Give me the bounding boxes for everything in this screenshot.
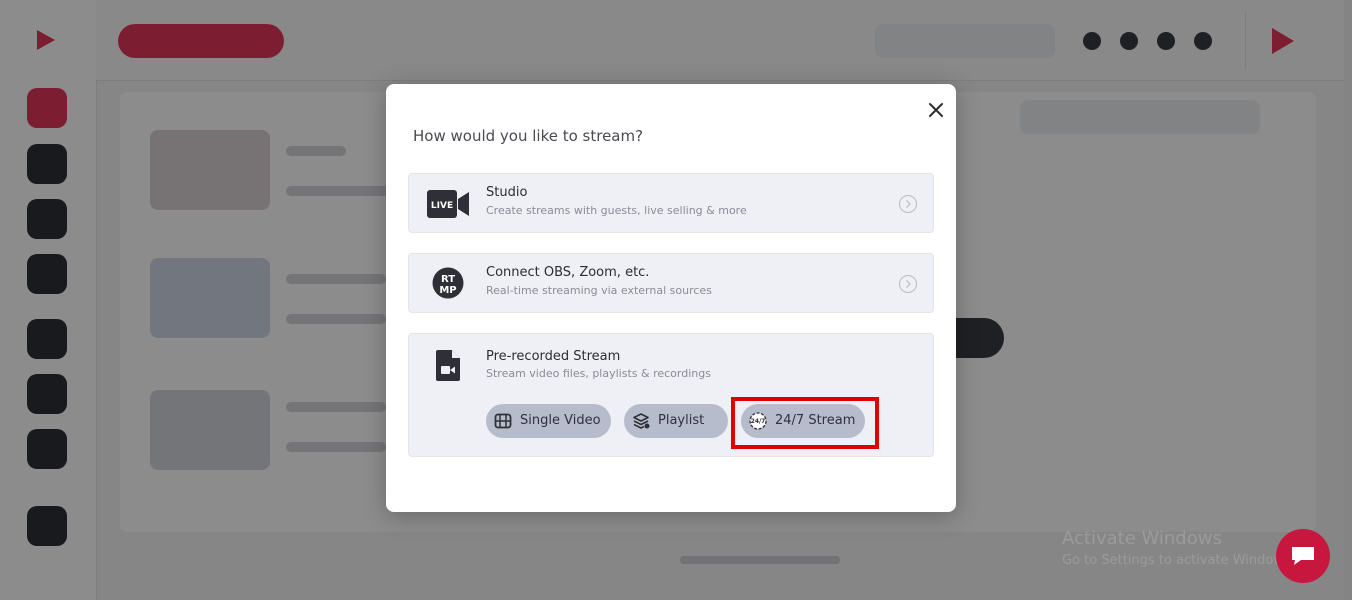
clock-247-icon: 24/7 bbox=[749, 412, 767, 430]
option-rtmp[interactable]: RT MP Connect OBS, Zoom, etc. Real-time … bbox=[408, 253, 934, 313]
chat-button[interactable] bbox=[1276, 529, 1330, 583]
single-video-button[interactable]: Single Video bbox=[486, 404, 611, 438]
option-studio[interactable]: LIVE Studio Create streams with guests, … bbox=[408, 173, 934, 233]
modal-title: How would you like to stream? bbox=[413, 127, 644, 145]
button-label: 24/7 Stream bbox=[775, 413, 856, 428]
svg-text:MP: MP bbox=[439, 285, 456, 296]
option-title: Connect OBS, Zoom, etc. bbox=[486, 265, 650, 280]
button-label: Single Video bbox=[520, 413, 601, 428]
option-title: Studio bbox=[486, 185, 528, 200]
live-camera-icon: LIVE bbox=[427, 190, 469, 218]
film-icon bbox=[494, 413, 512, 429]
button-label: Playlist bbox=[658, 413, 705, 428]
playlist-button[interactable]: Playlist bbox=[624, 404, 728, 438]
video-file-icon bbox=[436, 350, 460, 381]
watermark-subtitle: Go to Settings to activate Windows. bbox=[1062, 553, 1295, 568]
svg-text:RT: RT bbox=[441, 274, 455, 285]
option-title: Pre-recorded Stream bbox=[486, 349, 621, 364]
layers-icon bbox=[633, 413, 650, 429]
option-subtitle: Real-time streaming via external sources bbox=[486, 284, 712, 297]
close-icon bbox=[929, 103, 943, 117]
windows-activation-watermark: Activate Windows Go to Settings to activ… bbox=[1062, 528, 1295, 568]
option-prerecorded: Pre-recorded Stream Stream video files, … bbox=[408, 333, 934, 457]
option-subtitle: Create streams with guests, live selling… bbox=[486, 204, 747, 217]
chevron-right-icon bbox=[899, 275, 917, 293]
chevron-right-icon bbox=[899, 195, 917, 213]
close-button[interactable] bbox=[924, 98, 948, 122]
stream-type-modal: How would you like to stream? LIVE Studi… bbox=[386, 84, 956, 512]
option-subtitle: Stream video files, playlists & recordin… bbox=[486, 367, 711, 380]
svg-text:LIVE: LIVE bbox=[431, 201, 453, 211]
chat-icon bbox=[1292, 547, 1314, 565]
stream-247-button[interactable]: 24/7 24/7 Stream bbox=[741, 404, 865, 438]
rtmp-icon: RT MP bbox=[432, 267, 464, 299]
svg-text:24/7: 24/7 bbox=[751, 418, 766, 425]
watermark-title: Activate Windows bbox=[1062, 528, 1222, 549]
